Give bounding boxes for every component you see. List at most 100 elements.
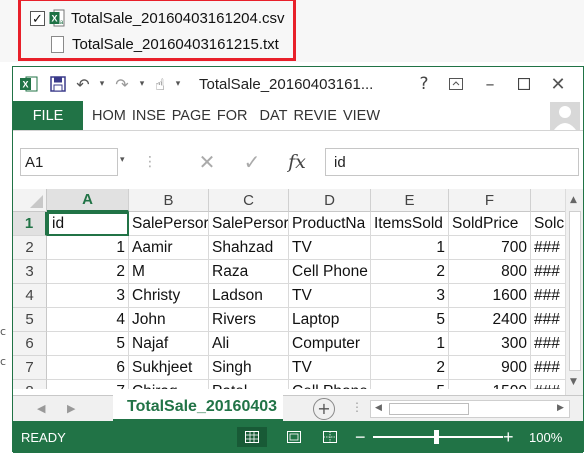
- spreadsheet-grid[interactable]: ABCDEF 12345678 idSalePersorSalePersorPr…: [13, 189, 583, 389]
- table-cell[interactable]: 3: [371, 284, 449, 308]
- row-header[interactable]: 5: [13, 308, 47, 332]
- user-avatar[interactable]: [547, 101, 583, 130]
- row-header[interactable]: 8: [13, 380, 47, 389]
- table-cell[interactable]: Cell Phone: [289, 380, 371, 389]
- table-cell[interactable]: Chirag: [129, 380, 209, 389]
- table-cell[interactable]: Christy: [129, 284, 209, 308]
- table-cell[interactable]: 7: [47, 380, 129, 389]
- redo-dropdown-icon[interactable]: ▾: [135, 67, 149, 101]
- add-sheet-button[interactable]: +: [313, 398, 335, 420]
- name-box-dropdown-icon[interactable]: ▾: [120, 155, 125, 165]
- table-cell[interactable]: Ladson: [209, 284, 289, 308]
- select-all-corner[interactable]: [13, 189, 47, 212]
- tab-page-layout[interactable]: PAGE: [169, 101, 214, 130]
- table-cell[interactable]: 5: [371, 380, 449, 389]
- tab-view[interactable]: VIEW: [340, 101, 383, 130]
- table-cell[interactable]: TV: [289, 356, 371, 380]
- table-cell[interactable]: 2: [47, 260, 129, 284]
- row-header[interactable]: 1: [13, 212, 47, 236]
- tab-home[interactable]: HOM: [89, 101, 129, 130]
- row-header[interactable]: 6: [13, 332, 47, 356]
- customize-qat-icon[interactable]: ▾: [171, 67, 185, 101]
- table-cell[interactable]: 2: [371, 260, 449, 284]
- row-header[interactable]: 4: [13, 284, 47, 308]
- tab-data[interactable]: DAT: [257, 101, 291, 130]
- table-cell[interactable]: ItemsSold: [371, 212, 449, 236]
- cancel-entry-icon[interactable]: ✕: [193, 148, 221, 176]
- column-header[interactable]: C: [209, 189, 289, 212]
- table-cell[interactable]: SoldPrice: [449, 212, 531, 236]
- page-layout-view-icon[interactable]: [283, 427, 305, 447]
- table-cell[interactable]: Computer: [289, 332, 371, 356]
- scroll-left-icon[interactable]: ◀: [375, 403, 382, 413]
- table-cell[interactable]: 1600: [449, 284, 531, 308]
- column-header[interactable]: A: [47, 189, 129, 212]
- table-cell[interactable]: 5: [371, 308, 449, 332]
- undo-dropdown-icon[interactable]: ▾: [95, 67, 109, 101]
- zoom-in-button[interactable]: +: [503, 421, 514, 453]
- active-cell[interactable]: id: [47, 212, 129, 236]
- table-cell[interactable]: 1500: [449, 380, 531, 389]
- table-cell[interactable]: Singh: [209, 356, 289, 380]
- minimize-button[interactable]: –: [473, 67, 507, 101]
- tab-file[interactable]: FILE: [13, 101, 83, 130]
- zoom-out-button[interactable]: −: [355, 421, 366, 453]
- table-cell[interactable]: Najaf: [129, 332, 209, 356]
- table-cell[interactable]: 2400: [449, 308, 531, 332]
- table-cell[interactable]: Laptop: [289, 308, 371, 332]
- table-cell[interactable]: Shahzad: [209, 236, 289, 260]
- undo-icon[interactable]: ↶: [71, 67, 95, 101]
- name-box[interactable]: A1: [20, 148, 118, 176]
- formula-input[interactable]: id: [325, 148, 579, 176]
- sheet-next-icon[interactable]: ▶: [67, 402, 75, 415]
- table-cell[interactable]: Raza: [209, 260, 289, 284]
- confirm-entry-icon[interactable]: ✓: [238, 148, 266, 176]
- row-header[interactable]: 2: [13, 236, 47, 260]
- table-cell[interactable]: 700: [449, 236, 531, 260]
- row-header[interactable]: 7: [13, 356, 47, 380]
- table-cell[interactable]: SalePersor: [209, 212, 289, 236]
- table-cell[interactable]: SalePersor: [129, 212, 209, 236]
- zoom-slider-thumb[interactable]: [434, 430, 439, 444]
- column-header[interactable]: F: [449, 189, 531, 212]
- table-cell[interactable]: 3: [47, 284, 129, 308]
- table-cell[interactable]: M: [129, 260, 209, 284]
- table-cell[interactable]: Cell Phone: [289, 260, 371, 284]
- scroll-right-icon[interactable]: ▶: [557, 403, 564, 413]
- column-header[interactable]: D: [289, 189, 371, 212]
- tab-review[interactable]: REVIE: [290, 101, 340, 130]
- insert-function-icon[interactable]: fx: [283, 148, 311, 176]
- table-cell[interactable]: 4: [47, 308, 129, 332]
- table-cell[interactable]: ProductNa: [289, 212, 371, 236]
- table-cell[interactable]: Ali: [209, 332, 289, 356]
- table-cell[interactable]: TV: [289, 236, 371, 260]
- vertical-scrollbar[interactable]: ▲ ▼: [565, 189, 583, 395]
- table-cell[interactable]: 5: [47, 332, 129, 356]
- ribbon-display-options-icon[interactable]: [439, 67, 473, 101]
- tab-formulas[interactable]: FOR: [214, 101, 251, 130]
- column-header[interactable]: E: [371, 189, 449, 212]
- close-button[interactable]: ✕: [541, 67, 575, 101]
- horizontal-scrollbar[interactable]: ◀ ▶: [370, 400, 570, 418]
- table-cell[interactable]: 6: [47, 356, 129, 380]
- redo-icon[interactable]: ↷: [109, 67, 135, 101]
- table-cell[interactable]: TV: [289, 284, 371, 308]
- save-icon[interactable]: [45, 67, 71, 101]
- table-cell[interactable]: Rivers: [209, 308, 289, 332]
- page-break-view-icon[interactable]: [319, 427, 341, 447]
- tab-insert[interactable]: INSE: [129, 101, 169, 130]
- maximize-button[interactable]: [507, 67, 541, 101]
- table-cell[interactable]: Aamir: [129, 236, 209, 260]
- scroll-thumb[interactable]: [569, 211, 581, 371]
- table-cell[interactable]: 1: [47, 236, 129, 260]
- scroll-up-icon[interactable]: ▲: [570, 195, 577, 205]
- row-header[interactable]: 3: [13, 260, 47, 284]
- zoom-level[interactable]: 100%: [529, 421, 562, 453]
- help-button[interactable]: ?: [409, 67, 439, 101]
- h-scroll-thumb[interactable]: [389, 403, 469, 415]
- normal-view-icon[interactable]: [237, 427, 267, 447]
- touch-mode-icon[interactable]: ☝: [149, 67, 171, 101]
- column-header[interactable]: B: [129, 189, 209, 212]
- table-cell[interactable]: Patel: [209, 380, 289, 389]
- table-cell[interactable]: 1: [371, 332, 449, 356]
